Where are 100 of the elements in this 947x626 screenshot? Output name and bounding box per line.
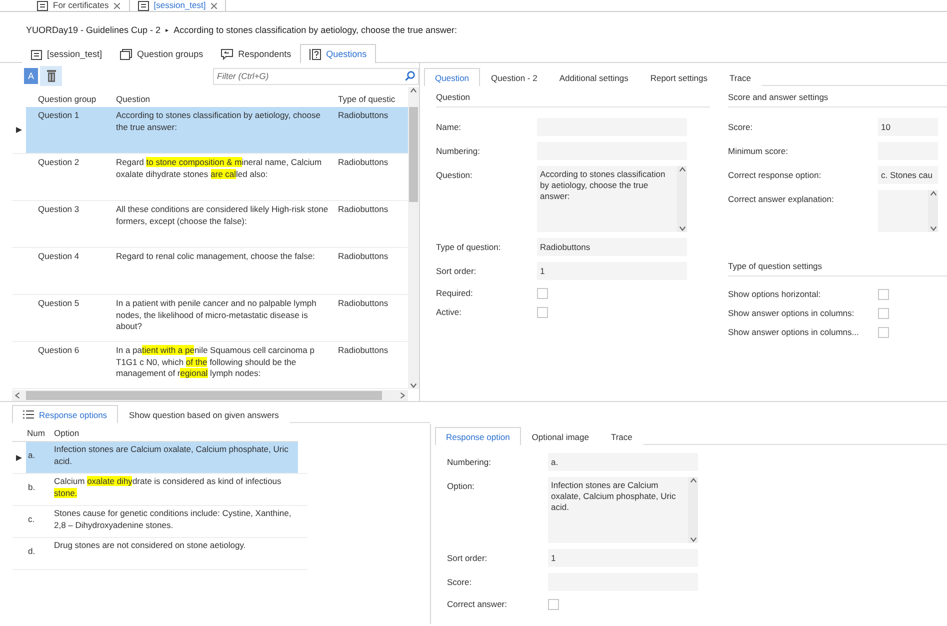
detail-tab[interactable]: Question (424, 68, 480, 86)
input-field[interactable]: Radiobuttons (537, 238, 687, 256)
breadcrumb-current: According to stones classification by aetiology, choose the true answer: (174, 25, 458, 35)
input-field[interactable]: 1 (548, 549, 698, 567)
field-label: Sort order: (447, 552, 488, 563)
field-label: Question: (436, 169, 474, 180)
scroll-up-icon[interactable] (690, 477, 696, 484)
current-row-icon (16, 454, 22, 460)
table-cell-text: b. (27, 481, 36, 494)
search-icon[interactable] (405, 71, 415, 81)
table-cell-text: Drug stones are not considered on stone aetiology. (54, 539, 247, 552)
input-field[interactable]: a. (548, 453, 698, 471)
table-cell-text: Question 2 (37, 156, 80, 169)
field-label: Correct answer explanation: (728, 193, 835, 204)
table-cell-text: Radiobuttons (338, 250, 390, 263)
table-cell: According to stones classification by aetiology, choose the true answer: (116, 107, 338, 153)
options-tab[interactable]: Response options (12, 405, 118, 423)
table-cell-text: c. (27, 513, 36, 526)
column-header[interactable]: Num (26, 428, 54, 438)
input-field[interactable]: c. Stones cau (878, 166, 938, 184)
horizontal-scrollbar[interactable] (12, 390, 408, 401)
filter-field[interactable]: Filter (Ctrl+G) (217, 71, 405, 81)
table-cell-text: Radiobuttons (338, 203, 390, 216)
table-cell-text: Question 6 (37, 344, 80, 357)
field-label: Name: (436, 121, 462, 132)
input-field[interactable]: 10 (878, 118, 938, 136)
scroll-right-icon[interactable] (399, 392, 406, 399)
checkbox[interactable] (878, 327, 889, 338)
table-cell-text: Question 3 (37, 203, 80, 216)
filter-box[interactable]: Filter (Ctrl+G) (213, 68, 419, 84)
section-title: Type of question settings (728, 261, 947, 277)
form-icon (138, 0, 149, 11)
response-tab[interactable]: Response option (435, 427, 521, 445)
table-cell: a. (26, 442, 54, 473)
column-header[interactable]: Question group (26, 94, 116, 104)
section-tab[interactable]: Questions (300, 44, 376, 63)
field-label: Show options horizontal: (728, 288, 822, 299)
field-label: Show answer options in columns: (728, 307, 856, 318)
table-cell-text: In a patient with a penile Squamous cell carcinoma p T1G1 c N0, which of the following should be the management of regional lymph nodes: (116, 344, 316, 380)
checkbox[interactable] (548, 599, 559, 610)
table-cell: Radiobuttons (338, 107, 408, 153)
form-icon (37, 0, 48, 11)
field-label: Sort order: (436, 265, 478, 276)
question-mark-icon (309, 48, 322, 60)
field-label: Score: (447, 576, 473, 587)
breadcrumb-path: YUORDay19 - Guidelines Cup - 2 (26, 25, 161, 35)
field-label: Numbering: (447, 456, 492, 467)
delete-button[interactable] (40, 66, 62, 86)
column-header[interactable]: Question (116, 94, 338, 104)
scroll-up-icon[interactable] (930, 190, 936, 197)
scroll-down-icon[interactable] (690, 536, 696, 543)
vertical-scrollbar[interactable] (408, 87, 419, 389)
field-label: Correct answer: (447, 598, 508, 609)
scroll-down-icon[interactable] (930, 225, 936, 232)
field-label: Score: (728, 121, 754, 132)
table-cell-text: d. (27, 545, 36, 558)
checkbox[interactable] (537, 288, 548, 299)
section-title: Score and answer settings (728, 92, 947, 108)
table-cell-text: All these conditions are considered likely High-risk stone formers, except (choose the false): (116, 203, 330, 228)
column-header[interactable]: Type of questic (338, 94, 408, 104)
list-icon (23, 410, 34, 419)
table-cell-text: In a patient with penile cancer and no palpable lymph nodes, the likelihood of micro-metastatic disease is about? (116, 297, 318, 333)
table-cell-text: Regard to renal colic management, choose the false: (116, 250, 316, 263)
table-cell-text: Radiobuttons (338, 297, 390, 310)
trash-icon (46, 70, 56, 82)
field-label: Correct response option: (728, 169, 822, 180)
scroll-down-icon[interactable] (678, 225, 686, 232)
scroll-up-icon[interactable] (410, 87, 417, 94)
input-field[interactable]: 1 (537, 262, 687, 280)
form-icon (31, 48, 42, 60)
section-title: Question (436, 92, 710, 108)
scroll-up-icon[interactable] (678, 166, 686, 173)
scroll-down-icon[interactable] (410, 382, 417, 389)
checkbox[interactable] (537, 307, 548, 318)
checkbox[interactable] (878, 289, 889, 300)
field-label: Required: (436, 287, 474, 298)
field-label: Option: (447, 480, 476, 491)
field-label: Numbering: (436, 145, 481, 156)
scroll-left-icon[interactable] (14, 392, 21, 399)
close-icon[interactable] (114, 2, 120, 8)
table-cell-text: Question 4 (37, 250, 80, 263)
text-area[interactable]: Infection stones are Calcium oxalate, Calcium phosphate, Uric acid. (548, 477, 698, 543)
document-tab[interactable]: [session_test] (128, 0, 226, 11)
field-label: Active: (436, 306, 463, 317)
table-cell: Question 1 (26, 107, 116, 153)
table-cell-text: Radiobuttons (338, 344, 390, 357)
current-row-icon (16, 127, 22, 133)
close-icon[interactable] (210, 2, 217, 8)
table-cell-text: Question 5 (37, 297, 80, 310)
chat-icon (221, 48, 234, 60)
checkbox[interactable] (878, 308, 889, 319)
table-cell-text: Stones cause for genetic conditions include: Cystine, Xanthine, 2,8 – Dihydroxyadenine stones. (54, 507, 292, 532)
stacked-windows-icon (120, 48, 132, 60)
table-cell: Infection stones are Calcium oxalate, Calcium phosphate, Uric acid. (54, 442, 298, 473)
field-label: Show answer options in columns... (728, 326, 860, 337)
column-header[interactable]: Option (54, 428, 298, 438)
text-area[interactable]: According to stones classification by aetiology, choose the true answer: (537, 166, 687, 232)
table-cell-text: Radiobuttons (338, 156, 390, 169)
field-label: Minimum score: (728, 145, 789, 156)
field-label: Type of question: (436, 241, 502, 252)
